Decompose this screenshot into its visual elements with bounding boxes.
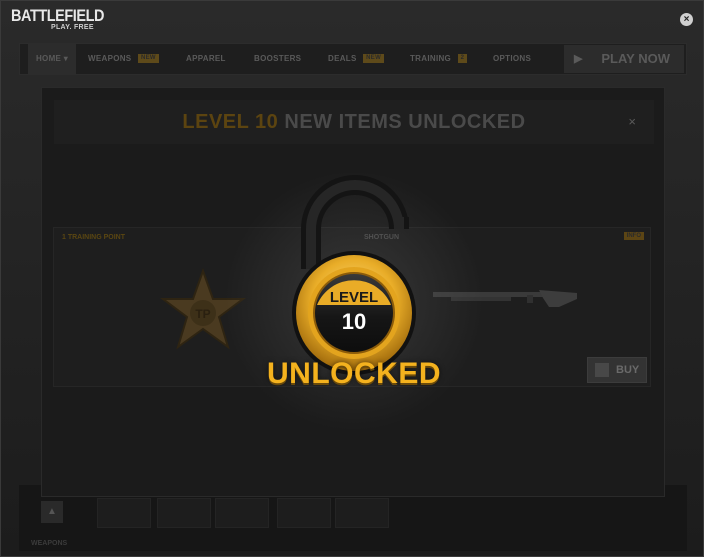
badge-level-number: 10 — [341, 309, 367, 334]
nav-item-home[interactable]: HOME ▾ — [28, 44, 76, 74]
bottom-category-label: WEAPONS — [31, 540, 68, 547]
titlebar: BATTLEFIELD PLAY. FREE × — [1, 1, 704, 37]
training-point-star-icon: TP — [160, 268, 246, 350]
item-thumbnail[interactable] — [97, 498, 151, 528]
nav-item-training[interactable]: TRAINING 2 — [410, 44, 468, 74]
item-thumbnail[interactable] — [335, 498, 389, 528]
modal-title: LEVEL 10 NEW ITEMS UNLOCKED — [54, 100, 654, 144]
battlefield-logo: BATTLEFIELD — [11, 6, 104, 25]
new-badge: NEW — [363, 54, 385, 64]
new-badge: NEW — [137, 54, 159, 64]
modal-close-button[interactable]: × — [628, 100, 636, 144]
nav-item-boosters[interactable]: BOOSTERS — [254, 44, 301, 74]
item-thumbnail[interactable] — [277, 498, 331, 528]
tp-label: TP — [195, 307, 210, 321]
item-thumbnail[interactable] — [157, 498, 211, 528]
info-button[interactable]: INFO — [623, 232, 644, 240]
buy-label: BUY — [616, 364, 640, 376]
play-now-button[interactable]: ▶ PLAY NOW — [564, 45, 684, 73]
app-window: BATTLEFIELD PLAY. FREE × HOME ▾ WEAPONS … — [0, 0, 704, 557]
modal-title-level: LEVEL 10 — [182, 111, 279, 133]
main-navigation: HOME ▾ WEAPONS NEW APPAREL BOOSTERS DEAL… — [19, 43, 687, 75]
nav-item-label: TRAINING — [410, 54, 452, 63]
play-now-label: PLAY NOW — [601, 51, 670, 66]
nav-item-weapons[interactable]: WEAPONS NEW — [88, 44, 159, 74]
nav-item-apparel[interactable]: APPAREL — [186, 44, 226, 74]
buy-button[interactable]: BUY — [587, 357, 647, 383]
scroll-up-button[interactable]: ▲ — [41, 501, 63, 523]
shotgun-image — [433, 290, 577, 307]
window-close-button[interactable]: × — [680, 13, 693, 26]
nav-item-label: OPTIONS — [493, 54, 532, 63]
badge-level-label: LEVEL — [329, 289, 379, 306]
nav-item-options[interactable]: OPTIONS — [493, 44, 531, 74]
logo-subtitle: PLAY. FREE — [51, 24, 94, 31]
nav-item-label: BOOSTERS — [254, 54, 302, 63]
modal-header: LEVEL 10 NEW ITEMS UNLOCKED × — [54, 100, 654, 144]
nav-item-label: DEALS — [328, 54, 357, 63]
nav-item-label: APPAREL — [186, 54, 226, 63]
count-badge: 2 — [457, 54, 468, 64]
training-point-label: 1 TRAINING POINT — [62, 234, 126, 241]
modal-title-text: NEW ITEMS UNLOCKED — [284, 111, 526, 133]
nav-item-label: WEAPONS — [88, 54, 132, 63]
unlocked-label: UNLOCKED — [267, 357, 441, 390]
nav-item-label: HOME — [35, 54, 62, 63]
play-arrow-icon: ▶ — [574, 53, 583, 65]
cart-icon — [595, 363, 609, 377]
nav-item-deals[interactable]: DEALS NEW — [328, 44, 385, 74]
chevron-down-icon: ▾ — [63, 54, 69, 63]
item-thumbnail[interactable] — [215, 498, 269, 528]
